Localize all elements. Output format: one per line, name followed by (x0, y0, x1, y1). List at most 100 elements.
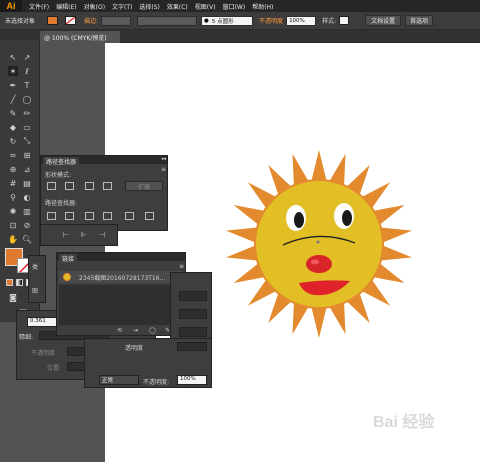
appearance-field-2[interactable] (179, 309, 207, 319)
align-left-icon[interactable]: ⊢ (63, 231, 69, 239)
blob-brush-tool-icon[interactable]: ◆ (8, 122, 18, 132)
artboard-tool-icon[interactable]: ⊡ (8, 220, 18, 230)
outline-icon[interactable] (125, 212, 134, 220)
style-label: 样式: (322, 18, 337, 25)
minus-front-icon[interactable] (65, 182, 74, 190)
menu-edit[interactable]: 编辑(E) (56, 2, 76, 11)
link-filename: 2345截图20160728173T16... (79, 275, 166, 282)
document-tab-bar: @ 100% (CMYK/预览) (0, 30, 480, 43)
brush-dropdown[interactable]: ● 5 点圆形 (201, 15, 254, 26)
type-tool-icon[interactable]: T (22, 80, 32, 90)
color-mode-button[interactable] (6, 279, 13, 286)
blend-label: 精细: (19, 334, 34, 341)
exclude-icon[interactable] (103, 182, 112, 190)
preferences-button[interactable]: 首选项 (405, 15, 434, 26)
stroke-swatch[interactable] (65, 16, 77, 25)
divide-icon[interactable] (47, 212, 56, 220)
pencil-tool-icon[interactable]: ✏ (22, 108, 32, 118)
appearance-side-panel (170, 272, 212, 342)
links-menu-icon[interactable]: ≡ (179, 263, 184, 270)
center-point (316, 240, 320, 244)
pathfinder-panel: 路径查找器 ◂◂ ≡ 形状模式: 扩展 路径查找器: (40, 155, 168, 231)
stroke-weight-field[interactable] (101, 15, 132, 26)
free-transform-tool-icon[interactable]: ⊞ (22, 150, 32, 160)
side-tab-label[interactable]: 类 (32, 262, 38, 271)
transparency-opacity-label: 不透明度: (143, 379, 170, 386)
panel-collapse-icon[interactable]: ◂◂ (161, 156, 166, 162)
update-link-icon[interactable]: ◯ (149, 327, 156, 334)
unite-icon[interactable] (47, 182, 56, 190)
variable-width-dropdown[interactable] (137, 15, 198, 26)
crop-icon[interactable] (103, 212, 112, 220)
control-bar: 未选择对象 描边: ● 5 点圆形 不透明度 100% 样式: 文档设置 首选项 (0, 12, 480, 30)
eraser-tool-icon[interactable]: ▭ (22, 122, 32, 132)
transparency-side-panel: 类 图 (28, 255, 46, 303)
merge-icon[interactable] (85, 212, 94, 220)
expand-button[interactable]: 扩展 (125, 181, 163, 191)
menu-object[interactable]: 对象(O) (84, 2, 105, 11)
eyedropper-tool-icon[interactable]: ⚲ (8, 192, 18, 202)
hand-tool-icon[interactable]: ✋ (8, 234, 18, 244)
pathfinders-label: 路径查找器: (45, 200, 78, 207)
nose-highlight (311, 259, 319, 265)
fill-swatch[interactable] (47, 16, 59, 25)
appearance-field-1[interactable] (179, 291, 207, 301)
column-graph-tool-icon[interactable]: ▥ (22, 206, 32, 216)
goto-link-icon[interactable]: ⇥ (133, 327, 138, 334)
trim-icon[interactable] (65, 212, 74, 220)
links-tab[interactable]: 链接 (59, 254, 78, 263)
slice-tool-icon[interactable]: ⊘ (22, 220, 32, 230)
document-tab[interactable]: @ 100% (CMYK/预览) (40, 31, 120, 43)
paintbrush-tool-icon[interactable]: ✎ (8, 108, 18, 118)
scale-tool-icon[interactable]: ⤡ (22, 136, 32, 146)
lasso-tool-icon[interactable]: ℓ (22, 66, 32, 76)
align-center-icon[interactable]: ⊩ (81, 231, 87, 239)
right-pupil (342, 210, 352, 226)
document-setup-button[interactable]: 文档设置 (365, 15, 402, 26)
blend-mode-dropdown[interactable]: 正常 (99, 375, 139, 385)
style-swatch[interactable] (339, 16, 350, 25)
transparency-field[interactable] (177, 342, 207, 351)
menu-bar: Ai 文件(F) 编辑(E) 对象(O) 文字(T) 选择(S) 效果(C) 视… (0, 0, 480, 12)
menu-file[interactable]: 文件(F) (29, 2, 49, 11)
draw-mode-icon[interactable]: ◙ (8, 292, 18, 302)
menu-select[interactable]: 选择(S) (139, 2, 160, 11)
blend-tool-icon[interactable]: ◐ (22, 192, 32, 202)
symbol-sprayer-tool-icon[interactable]: ✺ (8, 206, 18, 216)
link-list-item[interactable]: 2345截图20160728173T16... ☑ (59, 271, 183, 283)
appearance-field-3[interactable] (179, 327, 207, 337)
app-logo: Ai (0, 0, 22, 12)
rotate-tool-icon[interactable]: ↻ (8, 136, 18, 146)
pen-tool-icon[interactable]: ✒ (8, 80, 18, 90)
line-tool-icon[interactable]: ╱ (8, 94, 18, 104)
shape-builder-tool-icon[interactable]: ⊕ (8, 164, 18, 174)
menu-type[interactable]: 文字(T) (112, 2, 132, 11)
direct-selection-tool-icon[interactable]: ↗ (22, 52, 32, 62)
minus-back-icon[interactable] (145, 212, 154, 220)
align-panel: ⊢ ⊩ ⊣ (40, 224, 118, 246)
intersect-icon[interactable] (85, 182, 94, 190)
align-right-icon[interactable]: ⊣ (99, 231, 105, 239)
opacity-label: 不透明度 (259, 18, 284, 25)
relink-icon[interactable]: ⟲ (117, 327, 122, 334)
width-tool-icon[interactable]: ≈ (8, 150, 18, 160)
nose (306, 255, 332, 273)
panel-menu-icon[interactable]: ≡ (161, 166, 166, 173)
links-panel: 链接 ≡ 2345截图20160728173T16... ☑ ⟲ ⇥ ◯ ✎ (56, 252, 186, 336)
opacity-field[interactable]: 100% (286, 15, 317, 26)
magic-wand-tool-icon[interactable]: ✶ (8, 66, 18, 76)
menu-help[interactable]: 帮助(H) (252, 2, 273, 11)
selection-tool-icon[interactable]: ↖ (8, 52, 18, 62)
gradient-tool-icon[interactable]: ▤ (22, 178, 32, 188)
mesh-tool-icon[interactable]: # (8, 178, 18, 188)
gradient-mode-button[interactable] (16, 279, 23, 286)
pathfinder-tab[interactable]: 路径查找器 (43, 157, 80, 166)
ellipse-tool-icon[interactable]: ◯ (22, 94, 32, 104)
menu-view[interactable]: 视图(V) (195, 2, 216, 11)
transparency-opacity-field[interactable]: 100% (177, 375, 207, 385)
shape-modes-label: 形状模式: (45, 172, 72, 179)
menu-window[interactable]: 窗口(W) (223, 2, 246, 11)
perspective-grid-tool-icon[interactable]: ⊿ (22, 164, 32, 174)
menu-effect[interactable]: 效果(C) (167, 2, 188, 11)
zoom-tool-icon[interactable]: 🔍︎ (22, 234, 32, 244)
